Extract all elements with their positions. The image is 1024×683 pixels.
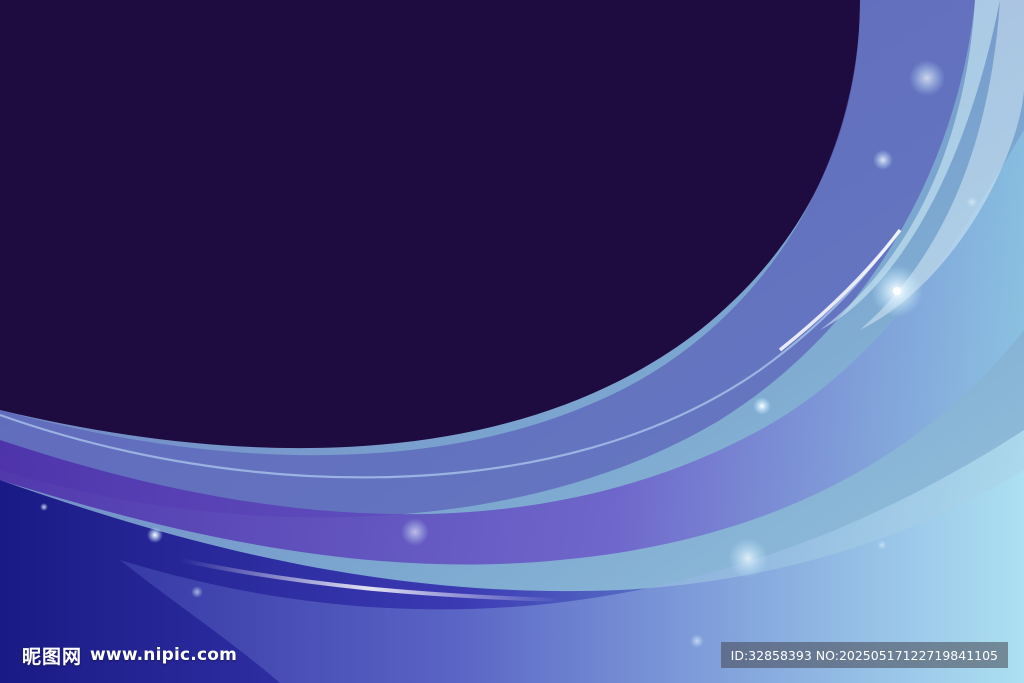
- watermark-url: www.nipic.com: [90, 645, 238, 665]
- watermark-brand: 昵图网: [22, 645, 83, 668]
- watermark-id-label: ID:32858393 NO:20250517122719841105: [720, 642, 1008, 668]
- watermark-left: 昵图网 www.nipic.com: [22, 642, 237, 668]
- abstract-wave-background: [0, 0, 1024, 683]
- watermark-id-text: ID:32858393 NO:20250517122719841105: [730, 647, 998, 663]
